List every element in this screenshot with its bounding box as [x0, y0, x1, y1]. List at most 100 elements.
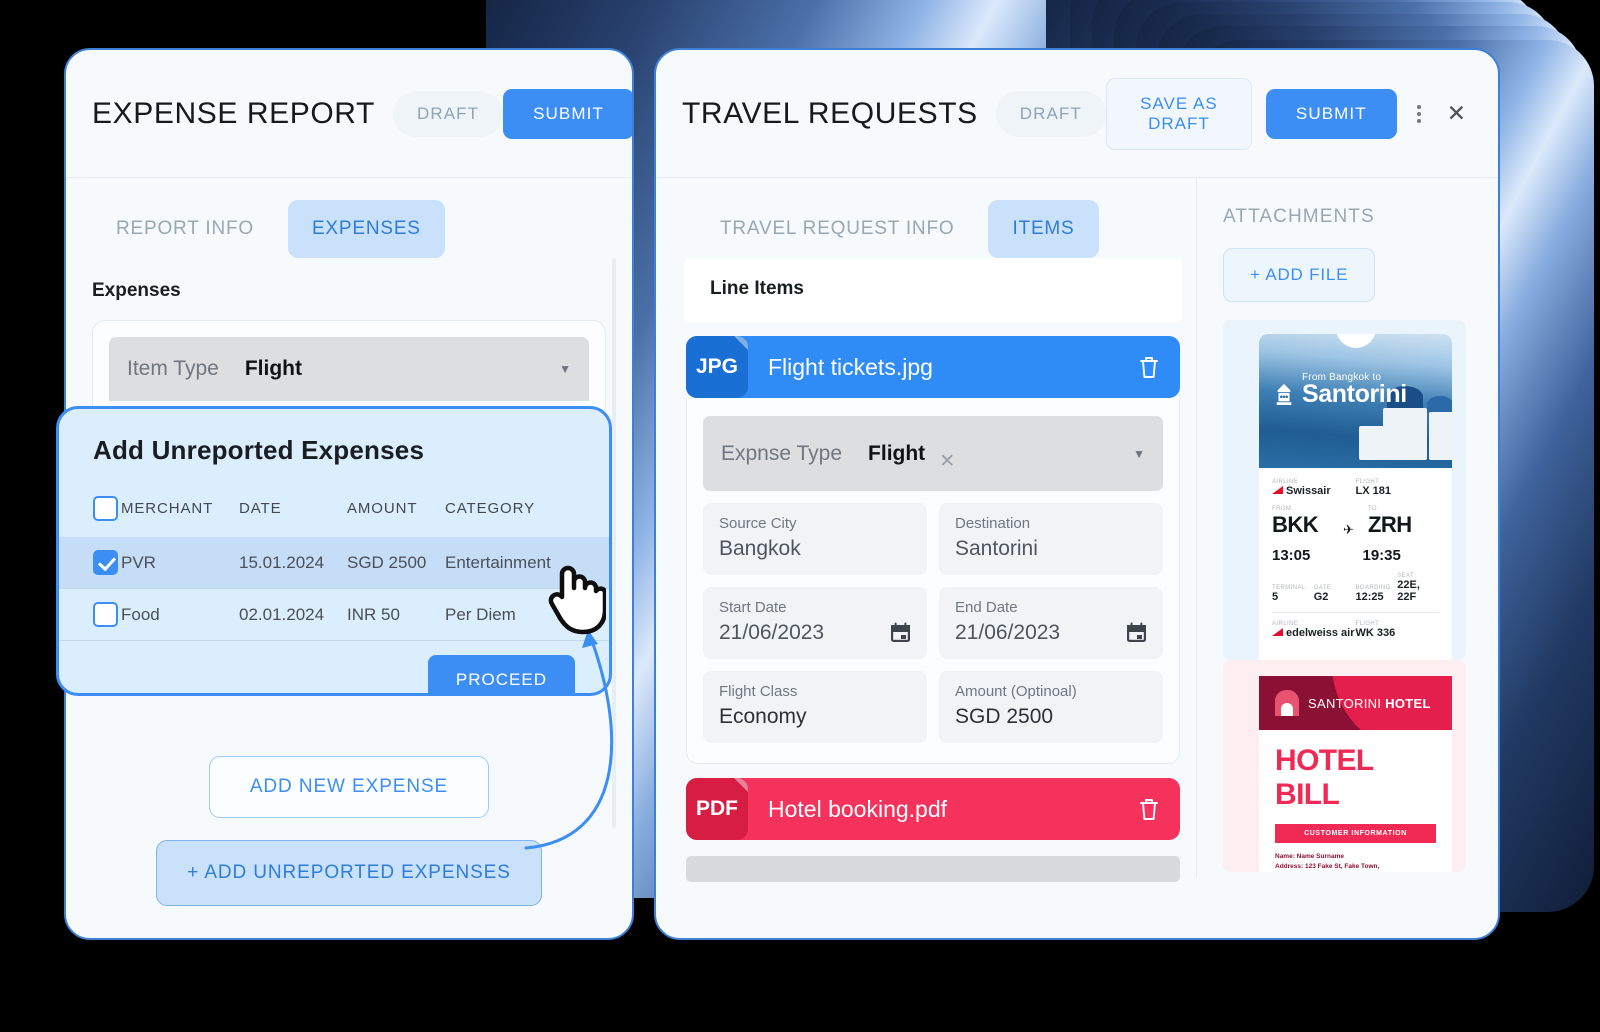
tab-expenses[interactable]: EXPENSES: [287, 200, 445, 258]
attachment-thumbnail-flight[interactable]: From Bangkok to Santorini AIRLINE Swissa…: [1223, 320, 1466, 660]
building-shape: [1429, 412, 1452, 460]
terminal-value: 5: [1272, 591, 1279, 603]
gate-value: G2: [1313, 591, 1329, 603]
brand-bold: HOTEL: [1385, 695, 1431, 711]
divider: [1272, 612, 1439, 613]
amount-field[interactable]: Amount (Optinoal) SGD 2500: [939, 671, 1163, 743]
calendar-icon[interactable]: [890, 622, 911, 643]
attachment-bar-pdf[interactable]: PDF Hotel booking.pdf: [686, 778, 1180, 840]
attachment-bar-jpg[interactable]: JPG Flight tickets.jpg: [686, 336, 1180, 398]
calendar-icon[interactable]: [1126, 622, 1147, 643]
blue-dome-shape: [1427, 396, 1452, 412]
expense-item-card: Item Type Flight ▼: [92, 320, 606, 418]
airline-block: AIRLINE Swissair: [1272, 479, 1356, 497]
boarding-value: 12:25: [1355, 591, 1384, 603]
field-value: Santorini: [955, 537, 1038, 560]
row-checkbox[interactable]: [93, 602, 118, 627]
jpg-file-icon: JPG: [686, 336, 748, 398]
row-select-cell: [59, 588, 121, 641]
table-row[interactable]: PVR 15.01.2024 SGD 2500 Entertainment: [59, 537, 609, 589]
item-type-select[interactable]: Item Type Flight ▼: [109, 337, 589, 401]
attachment-thumbnail-hotel[interactable]: SANTORINI HOTEL HOTEL BILL CUSTOMER INFO…: [1223, 660, 1466, 872]
trash-icon[interactable]: [1138, 797, 1160, 821]
select-all-checkbox[interactable]: [93, 496, 118, 521]
flight-class-field[interactable]: Flight Class Economy: [703, 671, 927, 743]
hotel-logo-icon: [1275, 690, 1299, 716]
tab-travel-request-info[interactable]: TRAVEL REQUEST INFO: [696, 200, 978, 258]
hotel-brand: SANTORINI HOTEL: [1308, 696, 1431, 711]
field-label: Destination: [955, 515, 1031, 532]
cell-date: 15.01.2024: [239, 552, 325, 572]
tab-items[interactable]: ITEMS: [988, 200, 1099, 258]
row-checkbox[interactable]: [93, 550, 118, 575]
clear-selection-icon[interactable]: ✕: [939, 450, 955, 473]
end-date-field[interactable]: End Date 21/06/2023: [939, 587, 1163, 659]
close-icon[interactable]: ✕: [1441, 100, 1472, 127]
screenshot-stage: EXPENSE REPORT DRAFT SUBMIT REPORT INFO …: [0, 0, 1600, 1032]
column-category: CATEGORY: [445, 500, 535, 517]
page-title: TRAVEL REQUESTS: [682, 96, 978, 130]
field-label: Start Date: [719, 599, 787, 616]
expense-type-value: Flight: [868, 441, 926, 465]
source-city-field[interactable]: Source City Bangkok: [703, 503, 927, 575]
customer-information-strip: CUSTOMER INFORMATION: [1275, 824, 1436, 843]
terminal-block: TERMINAL 5: [1272, 585, 1314, 603]
edelweiss-logo-icon: [1272, 628, 1283, 636]
field-value: SGD 2500: [955, 705, 1054, 728]
table-header-row: MERCHANT DATE AMOUNT CATEGORY: [59, 486, 609, 537]
collapsed-line-item-placeholder[interactable]: [686, 856, 1180, 882]
add-new-expense-button[interactable]: ADD NEW EXPENSE: [208, 756, 490, 818]
to-code: ZRH: [1367, 512, 1412, 537]
add-unreported-expenses-button[interactable]: + ADD UNREPORTED EXPENSES: [156, 840, 542, 906]
travel-requests-header: TRAVEL REQUESTS DRAFT SAVE AS DRAFT SUBM…: [656, 50, 1498, 178]
chevron-down-icon: ▼: [1133, 446, 1145, 461]
santorini-photo: From Bangkok to Santorini: [1259, 334, 1452, 468]
attachments-column: ATTACHMENTS + ADD FILE From Bangkok to S…: [1196, 178, 1488, 878]
airline-name: Swissair: [1286, 485, 1331, 497]
airline2-name: edelweiss air: [1286, 627, 1355, 639]
header-actions: SAVE AS DRAFT SUBMIT ✕: [1105, 77, 1472, 150]
attachments-title: ATTACHMENTS: [1223, 206, 1375, 227]
save-as-draft-button[interactable]: SAVE AS DRAFT: [1105, 77, 1252, 150]
depart-time-block: 13:05: [1272, 547, 1349, 564]
add-unreported-expenses-dialog: Add Unreported Expenses MERCHANT DATE AM…: [56, 406, 612, 696]
depart-time: 13:05: [1272, 547, 1311, 564]
table-row[interactable]: Food 02.01.2024 INR 50 Per Diem: [59, 588, 609, 641]
vertical-scrollbar[interactable]: [612, 258, 616, 828]
flight2-block: FLIGHT WK 336: [1356, 621, 1440, 639]
submit-button[interactable]: SUBMIT: [503, 88, 632, 139]
seat-block: SEAT 22E, 22F: [1397, 573, 1439, 603]
second-leg-row: AIRLINE edelweiss air FLIGHT WK 336: [1272, 621, 1439, 639]
cell-merchant: PVR: [121, 552, 156, 572]
route-row: FROM BKK ✈ TO ZRH: [1272, 506, 1439, 538]
tab-report-info[interactable]: REPORT INFO: [92, 200, 278, 258]
kebab-menu-icon[interactable]: [1411, 99, 1427, 129]
proceed-button[interactable]: PROCEED: [427, 655, 575, 693]
brand-prefix: SANTORINI: [1308, 695, 1386, 711]
destination-field[interactable]: Destination Santorini: [939, 503, 1163, 575]
cell-amount: INR 50: [347, 588, 445, 641]
column-amount: AMOUNT: [347, 500, 418, 517]
status-badge: DRAFT: [995, 90, 1106, 137]
add-file-button[interactable]: + ADD FILE: [1223, 248, 1376, 302]
field-value: Bangkok: [719, 537, 801, 560]
field-label: End Date: [955, 599, 1018, 616]
boarding-pass-details: AIRLINE Swissair FLIGHT LX 181 FROM BKK …: [1259, 468, 1452, 659]
airplane-icon: ✈: [1343, 522, 1354, 537]
hand-cursor-icon: [548, 565, 606, 635]
expense-type-select[interactable]: Expnse Type Flight ✕ ▼: [703, 416, 1163, 491]
submit-button[interactable]: SUBMIT: [1265, 88, 1397, 139]
airline-row: AIRLINE Swissair FLIGHT LX 181: [1272, 479, 1439, 497]
line-items-column: TRAVEL REQUEST INFO ITEMS Line Items JPG…: [656, 178, 1196, 882]
start-date-field[interactable]: Start Date 21/06/2023: [703, 587, 927, 659]
item-type-value: Flight: [244, 357, 302, 380]
arrive-time-block: 19:35: [1349, 547, 1440, 564]
field-value: Economy: [719, 705, 807, 728]
trash-icon[interactable]: [1138, 355, 1160, 379]
arrive-time: 19:35: [1362, 547, 1401, 564]
page-title: EXPENSE REPORT: [92, 96, 375, 130]
customer-line: Address: 123 Fake St, Fake Town,: [1275, 863, 1380, 871]
flight2-value: WK 336: [1355, 627, 1396, 639]
hotel-bill-header: SANTORINI HOTEL: [1259, 676, 1452, 730]
hotel-bill-title: HOTEL BILL: [1275, 744, 1374, 811]
